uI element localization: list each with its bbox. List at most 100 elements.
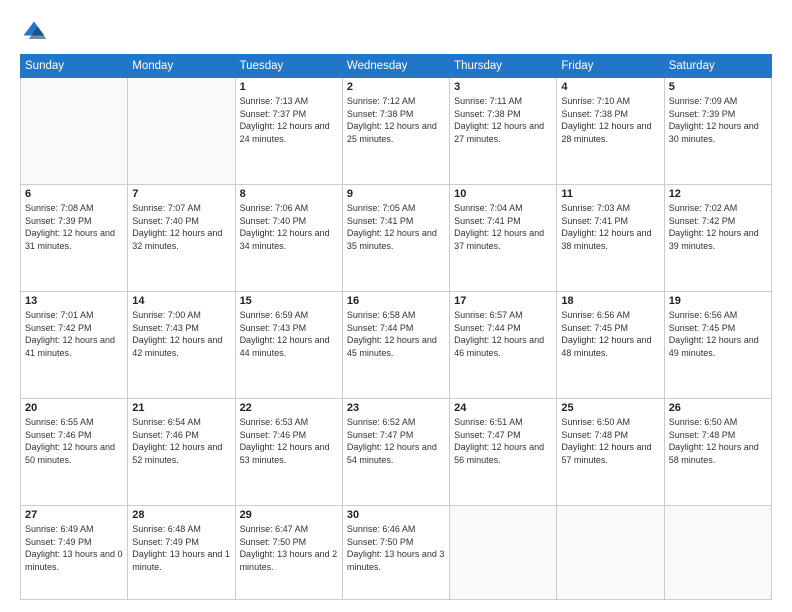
sunset-text: Sunset: 7:39 PM — [25, 216, 92, 226]
sunset-text: Sunset: 7:37 PM — [240, 109, 307, 119]
weekday-header-row: SundayMondayTuesdayWednesdayThursdayFrid… — [21, 55, 772, 78]
weekday-thursday: Thursday — [450, 55, 557, 78]
day-number: 11 — [561, 188, 659, 200]
daylight-text: Daylight: 12 hours and 27 minutes. — [454, 121, 544, 144]
day-info: Sunrise: 6:53 AMSunset: 7:46 PMDaylight:… — [240, 416, 338, 466]
calendar-cell: 20Sunrise: 6:55 AMSunset: 7:46 PMDayligh… — [21, 399, 128, 506]
day-number: 19 — [669, 295, 767, 307]
calendar-cell: 7Sunrise: 7:07 AMSunset: 7:40 PMDaylight… — [128, 185, 235, 292]
sunrise-text: Sunrise: 6:50 AM — [561, 417, 630, 427]
calendar-cell: 22Sunrise: 6:53 AMSunset: 7:46 PMDayligh… — [235, 399, 342, 506]
sunrise-text: Sunrise: 7:13 AM — [240, 96, 309, 106]
day-info: Sunrise: 6:59 AMSunset: 7:43 PMDaylight:… — [240, 309, 338, 359]
sunrise-text: Sunrise: 7:00 AM — [132, 310, 201, 320]
daylight-text: Daylight: 12 hours and 56 minutes. — [454, 442, 544, 465]
sunrise-text: Sunrise: 6:53 AM — [240, 417, 309, 427]
day-number: 6 — [25, 188, 123, 200]
week-row-4: 20 Sunrise: 6:55 AM Sunset: 7:46 PM Dayligh… — [21, 399, 772, 506]
daylight-text: Daylight: 12 hours and 54 minutes. — [347, 442, 437, 465]
daylight-text: Daylight: 12 hours and 28 minutes. — [561, 121, 651, 144]
calendar-cell: 25Sunrise: 6:50 AMSunset: 7:48 PMDayligh… — [557, 399, 664, 506]
daylight-text: Daylight: 12 hours and 41 minutes. — [25, 335, 115, 358]
sunset-text: Sunset: 7:47 PM — [454, 430, 521, 440]
sunset-text: Sunset: 7:40 PM — [132, 216, 199, 226]
sunset-text: Sunset: 7:46 PM — [240, 430, 307, 440]
day-info: Sunrise: 6:46 AM Sunset: 7:50 PM Daylight:… — [347, 523, 445, 573]
sunset-text: Sunset: 7:39 PM — [669, 109, 736, 119]
sunrise-text: Sunrise: 7:12 AM — [347, 96, 416, 106]
sunrise-text: Sunrise: 7:11 AM — [454, 96, 522, 106]
day-number: 25 — [561, 402, 659, 414]
daylight-text: Daylight: 12 hours and 35 minutes. — [347, 228, 437, 251]
calendar-cell: 15Sunrise: 6:59 AMSunset: 7:43 PMDayligh… — [235, 292, 342, 399]
calendar-cell — [557, 506, 664, 600]
day-number: 3 — [454, 81, 552, 93]
daylight-text: Daylight: 13 hours and 1 minute. — [132, 549, 230, 572]
sunrise-text: Sunrise: 6:57 AM — [454, 310, 523, 320]
calendar-cell: 24Sunrise: 6:51 AMSunset: 7:47 PMDayligh… — [450, 399, 557, 506]
daylight-text: Daylight: 12 hours and 25 minutes. — [347, 121, 437, 144]
calendar-cell: 12Sunrise: 7:02 AMSunset: 7:42 PMDayligh… — [664, 185, 771, 292]
calendar-cell: 9Sunrise: 7:05 AMSunset: 7:41 PMDaylight… — [342, 185, 449, 292]
day-number: 27 — [25, 509, 123, 521]
daylight-text: Daylight: 13 hours and 3 minutes. — [347, 549, 445, 572]
sunset-text: Sunset: 7:42 PM — [669, 216, 736, 226]
sunset-text: Sunset: 7:49 PM — [25, 537, 92, 547]
calendar-cell: 8Sunrise: 7:06 AMSunset: 7:40 PMDaylight… — [235, 185, 342, 292]
day-number: 4 — [561, 81, 659, 93]
day-info: Sunrise: 6:51 AMSunset: 7:47 PMDaylight:… — [454, 416, 552, 466]
daylight-text: Daylight: 13 hours and 0 minutes. — [25, 549, 123, 572]
day-info: Sunrise: 7:03 AMSunset: 7:41 PMDaylight:… — [561, 202, 659, 252]
day-info: Sunrise: 6:56 AMSunset: 7:45 PMDaylight:… — [669, 309, 767, 359]
week-row-2: 6Sunrise: 7:08 AMSunset: 7:39 PMDaylight… — [21, 185, 772, 292]
sunset-text: Sunset: 7:42 PM — [25, 323, 92, 333]
sunrise-text: Sunrise: 6:49 AM — [25, 524, 94, 534]
sunrise-text: Sunrise: 6:46 AM — [347, 524, 416, 534]
calendar-cell: 4 Sunrise: 7:10 AM Sunset: 7:38 PM Daylight… — [557, 78, 664, 185]
day-number: 12 — [669, 188, 767, 200]
sunset-text: Sunset: 7:44 PM — [454, 323, 521, 333]
sunset-text: Sunset: 7:48 PM — [669, 430, 736, 440]
sunrise-text: Sunrise: 7:01 AM — [25, 310, 94, 320]
calendar-cell: 3Sunrise: 7:11 AMSunset: 7:38 PMDaylight… — [450, 78, 557, 185]
calendar-cell: 18Sunrise: 6:56 AMSunset: 7:45 PMDayligh… — [557, 292, 664, 399]
day-number: 5 — [669, 81, 767, 93]
calendar-cell: 5Sunrise: 7:09 AMSunset: 7:39 PMDaylight… — [664, 78, 771, 185]
weekday-sunday: Sunday — [21, 55, 128, 78]
logo-icon — [20, 18, 48, 46]
day-info: Sunrise: 6:47 AMSunset: 7:50 PMDaylight:… — [240, 523, 338, 573]
daylight-text: Daylight: 12 hours and 58 minutes. — [669, 442, 759, 465]
day-number: 20 — [25, 402, 123, 414]
sunrise-text: Sunrise: 7:05 AM — [347, 203, 416, 213]
daylight-text: Daylight: 12 hours and 57 minutes. — [561, 442, 651, 465]
daylight-text: Daylight: 12 hours and 24 minutes. — [240, 121, 330, 144]
calendar-cell — [664, 506, 771, 600]
sunset-text: Sunset: 7:38 PM — [561, 109, 628, 119]
day-number: 14 — [132, 295, 230, 307]
day-number: 10 — [454, 188, 552, 200]
sunrise-text: Sunrise: 6:47 AM — [240, 524, 309, 534]
day-number: 23 — [347, 402, 445, 414]
sunrise-text: Sunrise: 7:10 AM — [561, 96, 630, 106]
calendar-cell: 27 Sunrise: 6:49 AM Sunset: 7:49 PM Dayligh… — [21, 506, 128, 600]
sunrise-text: Sunrise: 7:04 AM — [454, 203, 523, 213]
day-info: Sunrise: 7:05 AMSunset: 7:41 PMDaylight:… — [347, 202, 445, 252]
calendar-cell: 30Sunrise: 6:46 AMSunset: 7:50 PMDayligh… — [342, 506, 449, 600]
calendar-cell: 13 Sunrise: 7:01 AM Sunset: 7:42 PM Dayligh… — [21, 292, 128, 399]
sunset-text: Sunset: 7:50 PM — [240, 537, 307, 547]
sunset-text: Sunset: 7:41 PM — [454, 216, 521, 226]
day-number: 16 — [347, 295, 445, 307]
day-number: 2 — [347, 81, 445, 93]
sunset-text: Sunset: 7:45 PM — [561, 323, 628, 333]
day-number: 13 — [25, 295, 123, 307]
day-info: Sunrise: 6:49 AM Sunset: 7:49 PM Daylight:… — [25, 523, 123, 573]
sunrise-text: Sunrise: 6:52 AM — [347, 417, 416, 427]
day-number: 1 — [240, 81, 338, 93]
day-number: 22 — [240, 402, 338, 414]
sunrise-text: Sunrise: 6:55 AM — [25, 417, 94, 427]
weekday-saturday: Saturday — [664, 55, 771, 78]
daylight-text: Daylight: 12 hours and 34 minutes. — [240, 228, 330, 251]
calendar-cell: 2 Sunrise: 7:12 AMSunset: 7:38 PMDaylight… — [342, 78, 449, 185]
sunset-text: Sunset: 7:50 PM — [347, 537, 414, 547]
day-info: Sunrise: 7:12 AMSunset: 7:38 PMDaylight:… — [347, 95, 445, 145]
